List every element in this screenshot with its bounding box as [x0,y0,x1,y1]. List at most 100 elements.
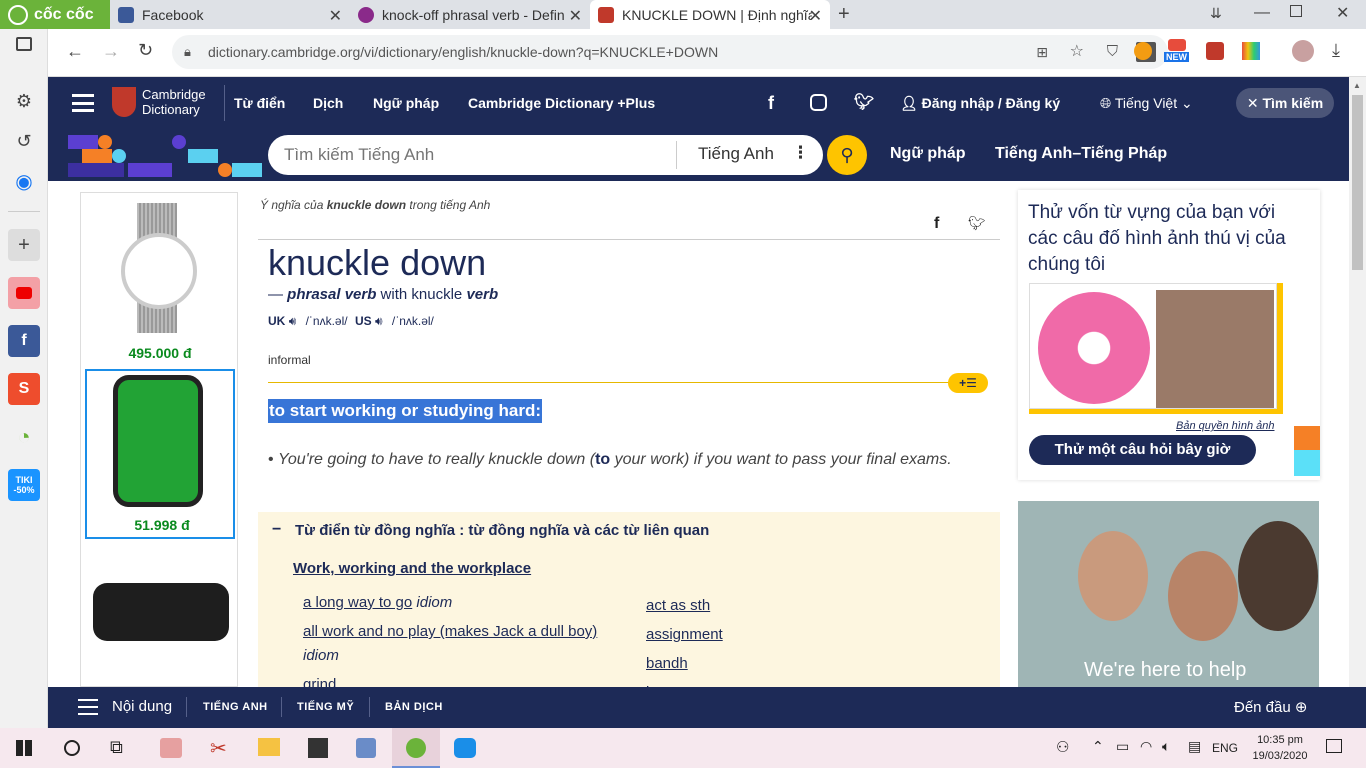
snipping-tool-icon[interactable]: ✂ [210,736,227,761]
thes-link[interactable]: all work and no play (makes Jack a dull … [303,623,597,640]
nav-grammar[interactable]: Ngữ pháp [373,77,439,129]
uk-audio-icon[interactable]: 🔊︎ [289,314,300,328]
contents-menu-icon[interactable] [78,699,98,715]
downloads-icon[interactable]: ⤓ [1332,40,1340,61]
us-audio-icon[interactable]: 🔊︎ [375,314,386,328]
app-icon-1[interactable] [160,738,182,758]
coccoc-app-icon[interactable]: ◔ [8,421,40,453]
share-twitter-icon[interactable]: 🐦︎ [968,215,986,232]
tab-facebook[interactable]: Facebook ✕ [110,0,350,29]
volume-icon[interactable]: 🔈︎ [1162,738,1170,755]
tab-knock-off[interactable]: knock-off phrasal verb - Defin ✕ [350,0,590,29]
sidebar-toggle-icon[interactable] [16,37,32,51]
login-link[interactable]: 👤︎ Đăng nhập / Đăng ký [900,77,1060,129]
image-copyright-link[interactable]: Bản quyền hình ảnh [1176,420,1274,432]
app-icon-2[interactable] [356,738,376,758]
coccoc-menu-button[interactable]: cốc cốc [0,0,110,29]
thes-link[interactable]: beep [646,678,723,687]
thesaurus-topic-link[interactable]: Work, working and the workplace [293,560,531,577]
close-tab-icon[interactable]: ✕ [809,6,822,26]
messenger-icon[interactable]: ◉ [8,165,40,197]
tiki-icon[interactable]: TIKI -50% [8,469,40,501]
nav-dictionary[interactable]: Từ điển [234,77,285,129]
twitter-icon[interactable]: 🐦︎ [854,77,874,129]
maximize-icon[interactable] [1290,5,1302,17]
cambridge-logo[interactable]: Cambridge Dictionary [112,87,212,119]
search-submit-button[interactable]: ⚲ [827,135,867,175]
close-tab-icon[interactable]: ✕ [569,6,582,26]
thes-link[interactable]: grind [303,676,336,687]
list-item[interactable]: grind [303,673,633,687]
battery-icon[interactable]: ▭ [1116,738,1129,755]
youtube-icon[interactable] [8,277,40,309]
minimize-icon[interactable]: — [1254,4,1270,22]
collapse-icon[interactable]: − [272,521,281,539]
bottom-link-translation[interactable]: BẢN DỊCH [385,701,443,713]
back-to-top-button[interactable]: Đến đầu ⊕ [1234,698,1307,716]
nav-plus[interactable]: Cambridge Dictionary +Plus [468,77,655,129]
dictionary-select[interactable]: Tiếng Anh [698,144,774,164]
search-toggle-button[interactable]: ✕ Tìm kiếm [1236,88,1334,118]
try-quiz-button[interactable]: Thử một câu hỏi bây giờ [1029,435,1256,465]
ad-product-waistbag[interactable] [89,569,231,649]
reload-icon[interactable]: ↻ [138,40,153,61]
close-window-icon[interactable]: ✕ [1336,3,1349,23]
bottom-link-english[interactable]: TIẾNG ANH [203,701,268,713]
page-scrollbar[interactable]: ▲ ▼ [1349,77,1366,728]
list-item[interactable]: all work and no play (makes Jack a dull … [303,620,633,668]
search-input[interactable] [284,143,664,167]
cortana-search-icon[interactable] [64,740,80,756]
action-center-icon[interactable] [1326,739,1342,753]
contents-button[interactable]: Nội dung [112,698,172,715]
facebook-icon[interactable]: f [768,77,774,129]
grammar-link[interactable]: Ngữ pháp [890,145,966,163]
tab-search-icon[interactable]: ⇊ [1210,5,1222,22]
list-item[interactable]: a long way to go idiom [303,591,633,615]
translate-icon[interactable]: ⊞ [1036,35,1048,69]
windows-start-icon[interactable] [16,740,32,756]
ad-product-watch[interactable]: 495.000 đ [85,197,233,367]
coccoc-taskbar-icon[interactable] [392,728,440,768]
wifi-icon[interactable]: ◠ [1140,738,1152,755]
quiz-image-frame[interactable] [1029,283,1283,414]
language-select[interactable]: 🌐︎ Tiếng Việt ⌄ [1100,77,1193,129]
color-extension-icon[interactable] [1242,42,1260,60]
shield-icon[interactable]: ⛉ [1107,35,1118,69]
thes-link[interactable]: assignment [646,620,723,649]
scroll-thumb[interactable] [1352,95,1363,270]
url-field[interactable]: 🔒︎ dictionary.cambridge.org/vi/dictionar… [172,35,1168,69]
history-icon[interactable]: ↺ [8,125,40,157]
share-facebook-icon[interactable]: f [934,215,939,233]
news-extension-icon[interactable]: NEW [1164,39,1192,67]
bottom-link-american[interactable]: TIẾNG MỸ [297,701,354,713]
settings-gear-icon[interactable]: ⚙ [8,85,40,117]
nav-translate[interactable]: Dịch [313,77,343,129]
thesaurus-title[interactable]: Từ điển từ đồng nghĩa : từ đồng nghĩa và… [295,522,709,539]
keyboard-icon[interactable]: ▤ [1188,738,1201,755]
help-banner[interactable]: We're here to help [1018,501,1319,687]
thes-link[interactable]: act as sth [646,591,723,620]
bookmark-star-icon[interactable]: ☆ [1070,35,1084,69]
scroll-up-icon[interactable]: ▲ [1353,81,1361,90]
en-fr-link[interactable]: Tiếng Anh–Tiếng Pháp [995,145,1167,163]
shopee-icon[interactable]: S [8,373,40,405]
add-to-list-button[interactable]: +☰ [948,373,988,393]
add-app-icon[interactable]: + [8,229,40,261]
thes-link[interactable]: a long way to go [303,594,412,611]
input-language[interactable]: ENG [1212,741,1238,755]
file-explorer-icon[interactable] [258,738,280,756]
thes-link[interactable]: bandh [646,649,723,678]
people-icon[interactable]: ⚇ [1056,738,1069,756]
task-view-icon[interactable]: ⧉ [110,737,123,758]
pdf-extension-icon[interactable] [1206,42,1224,60]
zalo-icon[interactable] [454,738,476,758]
extension-alert-icon[interactable] [1134,42,1152,60]
sticky-notes-icon[interactable] [308,738,328,758]
more-vertical-icon[interactable]: ⋮ [792,143,809,163]
clock[interactable]: 10:35 pm 19/03/2020 [1250,732,1310,764]
tray-chevron-up-icon[interactable]: ⌃ [1092,738,1104,755]
close-tab-icon[interactable]: ✕ [329,6,342,26]
hamburger-menu-icon[interactable] [72,94,94,112]
ad-product-armband[interactable]: 51.998 đ [85,369,235,539]
profile-avatar[interactable] [1292,40,1314,62]
